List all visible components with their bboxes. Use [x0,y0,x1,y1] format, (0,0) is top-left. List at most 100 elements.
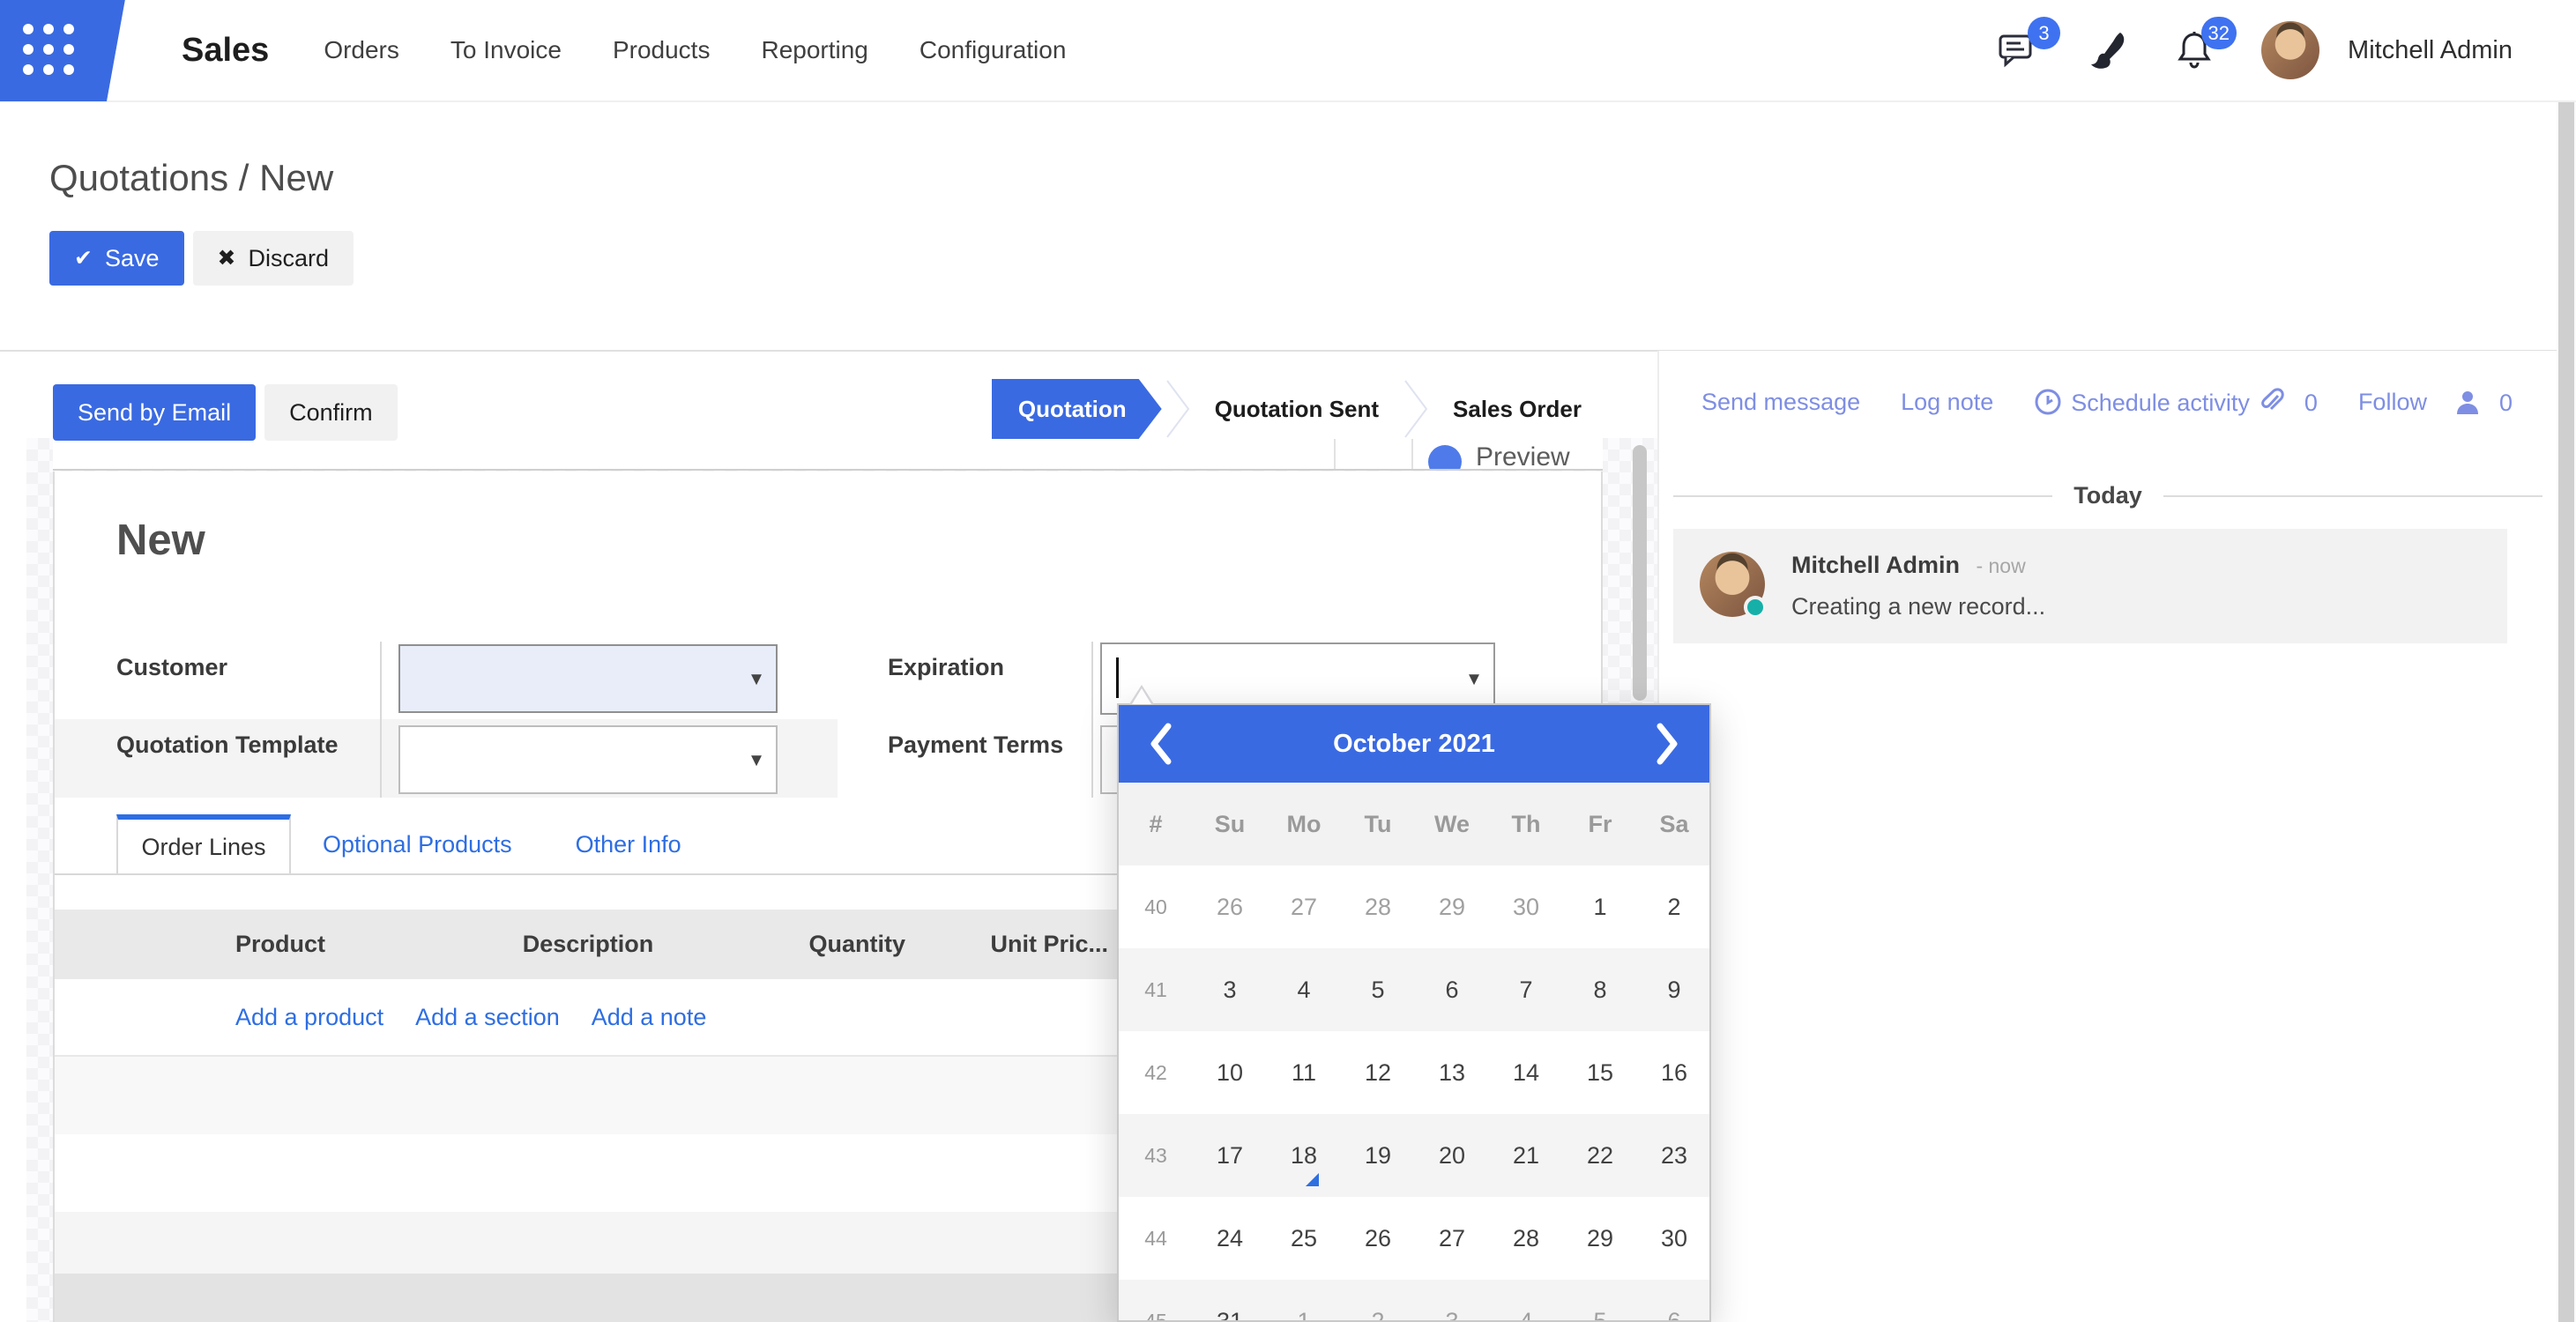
log-note-link[interactable]: Log note [1901,389,1993,416]
preview-strip-divider [1411,438,1413,471]
day-cell-5[interactable]: 5 [1341,948,1415,1031]
day-cell-20[interactable]: 20 [1415,1114,1489,1197]
day-cell-10[interactable]: 10 [1193,1031,1267,1114]
day-cell-28[interactable]: 28 [1489,1197,1563,1280]
day-cell-26[interactable]: 26 [1341,1197,1415,1280]
day-cell-1[interactable]: 1 [1563,865,1637,948]
stage-quotation-sent[interactable]: Quotation Sent [1194,379,1400,439]
quotation-template-input[interactable]: ▾ [398,725,778,794]
breadcrumb[interactable]: Quotations / New [49,157,333,199]
day-cell-26[interactable]: 26 [1193,865,1267,948]
day-cell-1[interactable]: 1 [1267,1280,1341,1322]
day-cell-23[interactable]: 23 [1637,1114,1711,1197]
app-name[interactable]: Sales [182,32,269,70]
day-cell-12[interactable]: 12 [1341,1031,1415,1114]
day-cell-29[interactable]: 29 [1415,865,1489,948]
tab-order-lines[interactable]: Order Lines [116,814,291,875]
notifications-badge: 32 [2201,17,2237,49]
day-cell-30[interactable]: 30 [1637,1197,1711,1280]
day-cell-5[interactable]: 5 [1563,1280,1637,1322]
preview-label[interactable]: Preview [1476,442,1570,471]
messages-button[interactable]: 3 [1997,29,2039,71]
day-cell-14[interactable]: 14 [1489,1031,1563,1114]
day-cell-3[interactable]: 3 [1193,948,1267,1031]
form-scrollbar[interactable] [1633,445,1647,701]
stage-sales-order[interactable]: Sales Order [1432,379,1603,439]
day-cell-27[interactable]: 27 [1267,865,1341,948]
day-cell-13[interactable]: 13 [1415,1031,1489,1114]
day-cell-7[interactable]: 7 [1489,948,1563,1031]
menu-item-reporting[interactable]: Reporting [761,36,867,64]
add-a-note-link[interactable]: Add a note [592,1004,707,1031]
week-number: 43 [1119,1144,1193,1168]
discard-button[interactable]: ✖ Discard [193,231,354,286]
notifications-button[interactable]: 32 [2173,29,2215,71]
preview-eye-icon[interactable] [1428,445,1462,471]
day-cell-21[interactable]: 21 [1489,1114,1563,1197]
tab-optional-products[interactable]: Optional Products [291,814,544,875]
user-name[interactable]: Mitchell Admin [2348,36,2513,65]
theme-brush-button[interactable] [2085,29,2127,71]
field-separator [1091,642,1093,798]
day-cell-9[interactable]: 9 [1637,948,1711,1031]
day-cell-27[interactable]: 27 [1415,1197,1489,1280]
day-cell-4[interactable]: 4 [1267,948,1341,1031]
send-message-link[interactable]: Send message [1701,389,1860,416]
day-cell-2[interactable]: 2 [1637,865,1711,948]
weekday-We: We [1415,811,1489,838]
day-cell-19[interactable]: 19 [1341,1114,1415,1197]
send-by-email-button[interactable]: Send by Email [53,384,256,441]
day-cell-17[interactable]: 17 [1193,1114,1267,1197]
day-cell-11[interactable]: 11 [1267,1031,1341,1114]
prev-month-button[interactable] [1119,705,1203,783]
day-cell-6[interactable]: 6 [1637,1280,1711,1322]
day-cell-22[interactable]: 22 [1563,1114,1637,1197]
day-cell-15[interactable]: 15 [1563,1031,1637,1114]
day-cell-29[interactable]: 29 [1563,1197,1637,1280]
next-month-button[interactable] [1625,705,1709,783]
customer-input[interactable]: ▾ [398,644,778,713]
confirm-button[interactable]: Confirm [264,384,398,441]
day-cell-6[interactable]: 6 [1415,948,1489,1031]
stage-quotation[interactable]: Quotation [992,379,1162,439]
weekday-Tu: Tu [1341,811,1415,838]
day-cell-24[interactable]: 24 [1193,1197,1267,1280]
attachments-button[interactable]: 0 [2259,388,2318,417]
stage-chevron-icon [1400,379,1432,439]
schedule-activity-link[interactable]: Schedule activity [2034,388,2250,417]
tab-other-info[interactable]: Other Info [544,814,713,875]
page-scrollbar[interactable] [2557,0,2576,1322]
day-cell-4[interactable]: 4 [1489,1280,1563,1322]
followers-button[interactable]: 0 [2453,388,2513,417]
message-author[interactable]: Mitchell Admin [1791,552,1960,578]
payment-terms-label: Payment Terms [888,732,1063,759]
menu-item-orders[interactable]: Orders [324,36,399,64]
apps-menu-button[interactable] [0,0,132,101]
clock-icon [2034,388,2062,416]
datepicker-popup: October 2021 #SuMoTuWeThFrSa 40262728293… [1117,703,1711,1322]
week-number: 42 [1119,1061,1193,1085]
day-cell-8[interactable]: 8 [1563,948,1637,1031]
month-year-label[interactable]: October 2021 [1203,730,1625,759]
x-icon: ✖ [218,245,236,271]
follow-button[interactable]: Follow [2358,389,2427,416]
menu-item-to-invoice[interactable]: To Invoice [450,36,562,64]
day-cell-2[interactable]: 2 [1341,1280,1415,1322]
save-button[interactable]: ✔ Save [49,231,184,286]
week-number: 40 [1119,895,1193,919]
record-title: New [116,516,205,565]
day-cell-30[interactable]: 30 [1489,865,1563,948]
day-cell-18[interactable]: 18 [1267,1114,1341,1197]
day-cell-3[interactable]: 3 [1415,1280,1489,1322]
menu-item-configuration[interactable]: Configuration [919,36,1067,64]
paperclip-icon [2259,388,2287,416]
day-cell-31[interactable]: 31 [1193,1280,1267,1322]
menu-item-products[interactable]: Products [613,36,711,64]
user-avatar[interactable] [2261,21,2319,79]
day-cell-28[interactable]: 28 [1341,865,1415,948]
day-cell-16[interactable]: 16 [1637,1031,1711,1114]
add-a-section-link[interactable]: Add a section [415,1004,560,1031]
main-menu: Orders To Invoice Products Reporting Configu… [324,36,1066,64]
add-a-product-link[interactable]: Add a product [235,1004,383,1031]
day-cell-25[interactable]: 25 [1267,1197,1341,1280]
